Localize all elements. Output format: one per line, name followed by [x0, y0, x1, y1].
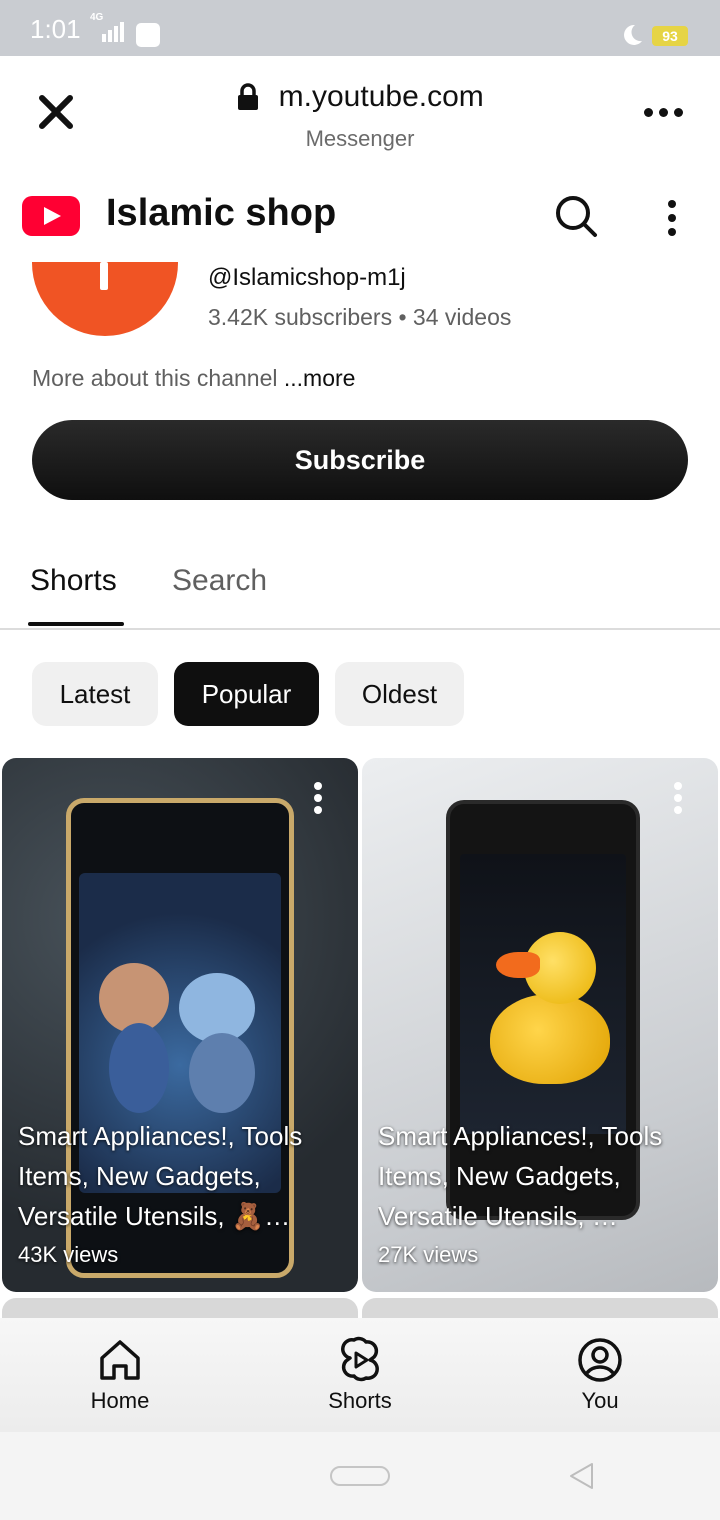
short-views: 27K views — [378, 1242, 479, 1267]
layers-icon — [136, 23, 160, 47]
youtube-app-bar: Islamic shop — [0, 180, 720, 260]
avatar-mark — [100, 262, 108, 290]
status-time: 1:01 — [30, 14, 81, 44]
battery-icon: 93 — [652, 26, 688, 46]
tab-search[interactable]: Search — [172, 564, 267, 598]
short-card[interactable]: Smart Appliances!, Tools Items, New Gadg… — [2, 758, 358, 1292]
signal-icon: 4G — [88, 12, 128, 42]
nav-shorts-label: Shorts — [328, 1388, 392, 1413]
channel-about-link[interactable]: More about this channel ...more — [32, 365, 355, 392]
tab-shorts[interactable]: Shorts — [30, 564, 117, 598]
active-tab-indicator — [28, 622, 124, 626]
browser-subtitle: Messenger — [305, 126, 415, 151]
channel-tabs: Shorts Search — [0, 540, 720, 630]
system-back-icon[interactable] — [568, 1462, 594, 1490]
chip-popular[interactable]: Popular — [174, 662, 319, 726]
status-bar: 1:01 4G 93 — [0, 0, 720, 56]
shorts-icon — [341, 1336, 379, 1382]
more-link[interactable]: ...more — [284, 365, 356, 391]
nav-you-label: You — [581, 1388, 619, 1413]
nav-home[interactable]: Home — [40, 1336, 200, 1414]
system-nav-bar — [0, 1432, 720, 1520]
more-options-icon[interactable] — [644, 108, 684, 120]
short-views: 43K views — [18, 1242, 119, 1267]
url-text: m.youtube.com — [278, 80, 484, 113]
lock-icon — [238, 83, 259, 110]
channel-handle: @Islamicshop-m1j — [208, 264, 406, 291]
subscribe-button[interactable]: Subscribe — [32, 420, 688, 500]
channel-menu-icon[interactable] — [662, 198, 682, 238]
home-icon — [100, 1340, 140, 1380]
nav-home-label: Home — [90, 1388, 150, 1413]
moon-icon — [624, 24, 642, 45]
channel-stats: 3.42K subscribers • 34 videos — [208, 304, 512, 330]
chip-oldest[interactable]: Oldest — [335, 662, 464, 726]
nav-you[interactable]: You — [520, 1336, 680, 1414]
network-type: 4G — [90, 12, 104, 23]
short-title: Smart Appliances!, Tools Items, New Gadg… — [378, 1121, 663, 1231]
browser-header: m.youtube.com Messenger — [0, 56, 720, 180]
account-icon — [578, 1338, 622, 1382]
search-icon[interactable] — [554, 194, 598, 238]
channel-about-text: More about this channel — [32, 365, 284, 391]
short-menu-icon[interactable] — [672, 780, 684, 816]
page-title: Islamic shop — [106, 192, 337, 234]
system-home-button[interactable] — [330, 1466, 390, 1486]
bottom-nav: Home Shorts You — [0, 1318, 720, 1432]
short-title: Smart Appliances!, Tools Items, New Gadg… — [18, 1121, 303, 1231]
chip-latest[interactable]: Latest — [32, 662, 158, 726]
short-card[interactable]: Smart Appliances!, Tools Items, New Gadg… — [362, 758, 718, 1292]
nav-shorts[interactable]: Shorts — [280, 1336, 440, 1414]
short-menu-icon[interactable] — [312, 780, 324, 816]
url-row[interactable]: m.youtube.com — [0, 80, 720, 114]
youtube-logo-icon[interactable] — [22, 196, 80, 236]
